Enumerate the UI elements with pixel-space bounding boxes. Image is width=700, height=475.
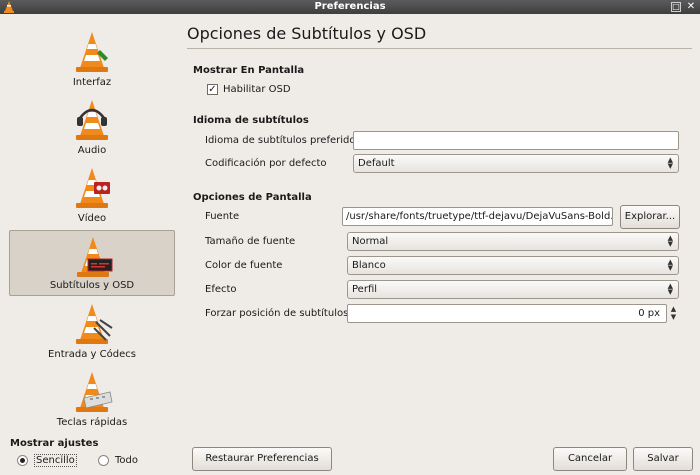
vlc-cone-subtitles-icon bbox=[77, 237, 113, 277]
font-color-label: Color de fuente bbox=[205, 260, 283, 271]
font-label: Fuente bbox=[205, 211, 240, 222]
font-path-input[interactable]: /usr/share/fonts/truetype/ttf-dejavu/Dej… bbox=[342, 207, 613, 226]
sidebar-item-input-codecs[interactable]: Entrada y Códecs bbox=[9, 298, 175, 364]
vlc-cone-headphones-icon bbox=[76, 100, 108, 140]
effect-value: Perfil bbox=[352, 284, 378, 295]
title-divider bbox=[187, 48, 692, 49]
font-color-select[interactable]: Blanco ▲ ▼ bbox=[347, 256, 679, 275]
sidebar-item-label: Interfaz bbox=[72, 77, 112, 88]
effect-select[interactable]: Perfil ▲ ▼ bbox=[347, 280, 679, 299]
radio-simple-indicator[interactable] bbox=[17, 454, 28, 466]
font-size-value: Normal bbox=[352, 236, 389, 247]
subtitle-position-input[interactable]: 0 px bbox=[347, 304, 667, 323]
radio-all-indicator[interactable] bbox=[98, 454, 109, 466]
enable-osd-label: Habilitar OSD bbox=[223, 84, 291, 95]
sidebar-item-label: Teclas rápidas bbox=[56, 417, 128, 428]
font-size-select[interactable]: Normal ▲ ▼ bbox=[347, 232, 679, 251]
font-size-label: Tamaño de fuente bbox=[205, 236, 296, 247]
select-arrows-icon: ▲ ▼ bbox=[667, 156, 673, 170]
enable-osd-checkbox[interactable]: ✓ bbox=[207, 84, 218, 95]
window-titlebar: Preferencias □ ✕ bbox=[0, 0, 700, 14]
select-arrows-icon: ▲ ▼ bbox=[667, 282, 673, 296]
sidebar-item-interface[interactable]: Interfaz bbox=[9, 26, 175, 92]
cancel-button[interactable]: Cancelar bbox=[553, 447, 627, 471]
sidebar-item-audio[interactable]: Audio bbox=[9, 94, 175, 160]
select-arrows-icon: ▲ ▼ bbox=[667, 258, 673, 272]
section-language-title: Idioma de subtítulos bbox=[193, 115, 309, 126]
encoding-label: Codificación por defecto bbox=[205, 158, 327, 169]
save-button[interactable]: Salvar bbox=[633, 447, 693, 471]
font-color-value: Blanco bbox=[352, 260, 386, 271]
vlc-cone-interface-icon bbox=[76, 32, 108, 72]
sidebar-item-hotkeys[interactable]: Teclas rápidas bbox=[9, 366, 175, 432]
sidebar-item-label: Vídeo bbox=[77, 213, 107, 224]
select-arrows-icon: ▲ ▼ bbox=[667, 234, 673, 248]
effect-label: Efecto bbox=[205, 284, 237, 295]
position-spinner-icon[interactable]: ▲ ▼ bbox=[667, 305, 680, 324]
section-display-title: Opciones de Pantalla bbox=[193, 192, 312, 203]
window-title: Preferencias bbox=[314, 1, 386, 12]
preferred-language-label: Idioma de subtítulos preferido bbox=[205, 135, 356, 146]
preferred-language-input[interactable] bbox=[353, 131, 679, 150]
reset-preferences-button[interactable]: Restaurar Preferencias bbox=[192, 447, 332, 471]
sidebar-item-label: Entrada y Códecs bbox=[48, 349, 136, 360]
sidebar-item-label: Audio bbox=[77, 145, 107, 156]
vlc-cone-input-icon bbox=[76, 304, 113, 344]
encoding-select[interactable]: Default ▲ ▼ bbox=[353, 154, 679, 173]
sidebar-item-video[interactable]: Vídeo bbox=[9, 162, 175, 228]
section-osd-title: Mostrar En Pantalla bbox=[193, 65, 305, 76]
encoding-value: Default bbox=[358, 158, 395, 169]
subtitle-position-label: Forzar posición de subtítulos bbox=[205, 308, 349, 319]
close-button[interactable]: ✕ bbox=[686, 2, 696, 12]
browse-button[interactable]: Explorar... bbox=[620, 205, 680, 229]
category-sidebar: Interfaz Audio Vídeo Subtítulos y OSD En… bbox=[0, 14, 182, 435]
sidebar-item-label: Subtítulos y OSD bbox=[49, 280, 135, 291]
page-title: Opciones de Subtítulos y OSD bbox=[187, 24, 427, 43]
vlc-cone-video-icon bbox=[76, 168, 110, 208]
radio-simple[interactable]: Sencillo bbox=[17, 453, 77, 467]
vlc-cone-hotkeys-icon bbox=[76, 372, 113, 412]
radio-all[interactable]: Todo bbox=[98, 453, 138, 467]
show-settings-label: Mostrar ajustes bbox=[10, 438, 99, 449]
radio-all-label: Todo bbox=[115, 454, 138, 466]
maximize-button[interactable]: □ bbox=[671, 2, 681, 12]
radio-simple-label: Sencillo bbox=[34, 453, 77, 467]
sidebar-item-subtitles[interactable]: Subtítulos y OSD bbox=[9, 230, 175, 296]
